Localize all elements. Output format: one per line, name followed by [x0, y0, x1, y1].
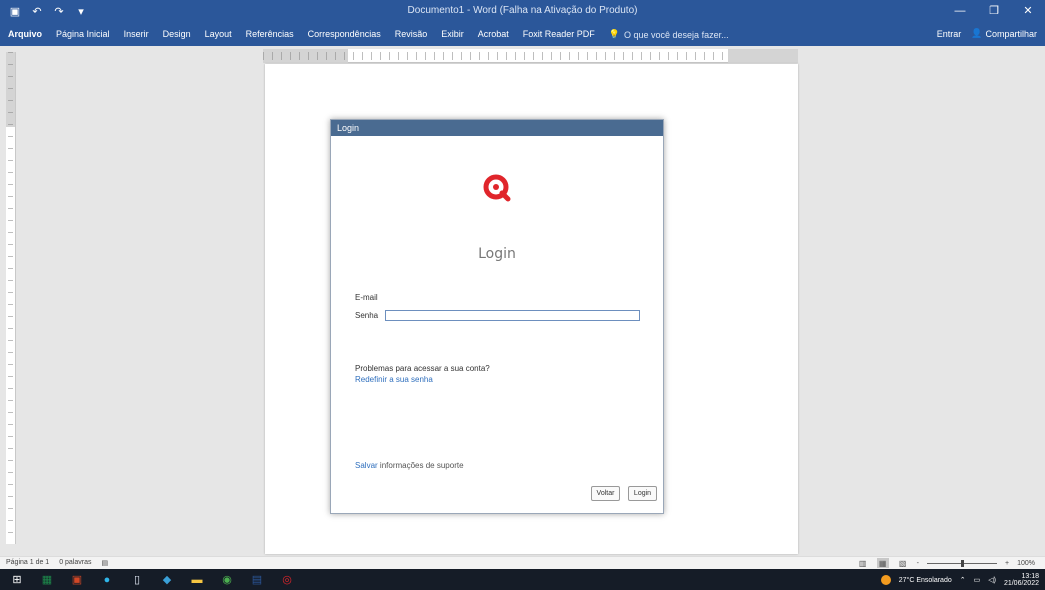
word-count[interactable]: 0 palavras [59, 559, 91, 567]
zoom-out-button[interactable]: - [917, 560, 919, 567]
save-support-link[interactable]: Salvar [355, 461, 378, 470]
volume-icon[interactable]: ◁) [988, 576, 996, 584]
customize-icon[interactable]: ▾ [74, 4, 88, 18]
zoom-slider-knob[interactable] [961, 559, 964, 567]
ribbon-tabs: Arquivo Página Inicial Inserir Design La… [0, 24, 1045, 46]
horizontal-ruler[interactable] [263, 49, 798, 63]
tab-arquivo[interactable]: Arquivo [8, 29, 42, 40]
tab-layout[interactable]: Layout [205, 29, 232, 40]
window-title: Documento1 - Word (Falha na Ativação do … [407, 5, 638, 16]
powerpoint-icon[interactable]: ▣ [68, 571, 86, 588]
password-row: Senha [355, 310, 640, 321]
word-icon[interactable]: ▤ [248, 571, 266, 588]
tab-exibir[interactable]: Exibir [441, 29, 464, 40]
clock[interactable]: 13:18 21/06/2022 [1004, 573, 1039, 587]
edge-icon[interactable]: ● [98, 571, 116, 588]
support-section: Salvar informações de suporte [355, 461, 464, 470]
tab-acrobat[interactable]: Acrobat [478, 29, 509, 40]
page-count[interactable]: Página 1 de 1 [6, 559, 49, 567]
dialog-title: Login [331, 120, 663, 136]
web-layout-icon[interactable]: ▧ [897, 558, 909, 568]
qlik-icon[interactable]: ◎ [278, 571, 296, 588]
share-button[interactable]: 👤 Compartilhar [971, 28, 1037, 39]
support-text: informações de suporte [379, 461, 464, 470]
zoom-level[interactable]: 100% [1017, 560, 1035, 567]
excel-icon[interactable]: ▦ [38, 571, 56, 588]
tab-design[interactable]: Design [163, 29, 191, 40]
window-controls: — ❐ ✕ [949, 3, 1039, 19]
tab-referencias[interactable]: Referências [246, 29, 294, 40]
dialog-buttons: Voltar Login [591, 486, 657, 501]
ruler-right-margin [728, 49, 798, 63]
help-section: Problemas para acessar a sua conta? Rede… [355, 363, 490, 385]
minimize-button[interactable]: — [949, 3, 971, 19]
email-label: E-mail [355, 293, 378, 302]
redo-icon[interactable]: ↷ [52, 4, 66, 18]
share-label: Compartilhar [985, 28, 1037, 39]
chrome-icon[interactable]: ◉ [218, 571, 236, 588]
tab-correspondencias[interactable]: Correspondências [308, 29, 381, 40]
login-heading: Login [478, 246, 516, 262]
title-bar: ▣ ↶ ↷ ▾ Documento1 - Word (Falha na Ativ… [0, 0, 1045, 24]
save-icon[interactable]: ▣ [8, 4, 22, 18]
tell-me-text: O que você deseja fazer... [624, 29, 729, 40]
weather-text[interactable]: 27°C Ensolarado [899, 577, 952, 584]
tab-inserir[interactable]: Inserir [124, 29, 149, 40]
undo-icon[interactable]: ↶ [30, 4, 44, 18]
password-label: Senha [355, 311, 379, 320]
file-icon[interactable]: ▯ [128, 571, 146, 588]
print-layout-icon[interactable]: ▦ [876, 558, 889, 568]
ruler-ticks-vertical [8, 52, 13, 544]
help-text: Problemas para acessar a sua conta? [355, 364, 490, 373]
lightbulb-icon: 💡 [608, 29, 621, 39]
password-field[interactable] [385, 310, 640, 321]
taskbar: ⊞ ▦ ▣ ● ▯ ◆ ▬ ◉ ▤ ◎ 27°C Ensolarado ⌃ ▭ ◁) 13:18 … [0, 569, 1045, 590]
taskbar-apps: ⊞ ▦ ▣ ● ▯ ◆ ▬ ◉ ▤ ◎ [8, 571, 296, 588]
signin-link[interactable]: Entrar [937, 29, 962, 39]
quick-access-toolbar: ▣ ↶ ↷ ▾ [8, 4, 88, 18]
zoom-in-button[interactable]: + [1005, 560, 1009, 567]
tab-foxit[interactable]: Foxit Reader PDF [523, 29, 595, 40]
clock-time: 13:18 [1021, 573, 1039, 580]
read-mode-icon[interactable]: ▥ [857, 558, 869, 568]
ruler-ticks [263, 52, 798, 60]
start-icon[interactable]: ⊞ [8, 571, 26, 588]
system-tray: 27°C Ensolarado ⌃ ▭ ◁) 13:18 21/06/2022 [880, 573, 1039, 587]
tell-me-box[interactable]: 💡 O que você deseja fazer... [609, 29, 729, 40]
sun-icon [880, 575, 891, 585]
tray-chevron-icon[interactable]: ⌃ [960, 576, 966, 584]
back-button[interactable]: Voltar [591, 486, 620, 501]
zoom-slider[interactable] [927, 559, 997, 567]
reset-password-link[interactable]: Redefinir a sua senha [355, 374, 490, 385]
login-dialog: Login Login E-mail Senha Problemas para … [330, 119, 664, 514]
close-button[interactable]: ✕ [1017, 3, 1039, 19]
tab-revisao[interactable]: Revisão [395, 29, 428, 40]
qlik-logo-icon [483, 174, 511, 202]
folder-icon[interactable]: ▬ [188, 571, 206, 588]
clock-date: 21/06/2022 [1003, 580, 1039, 587]
login-button[interactable]: Login [628, 486, 657, 501]
email-row: E-mail [355, 292, 640, 303]
person-icon: 👤 [971, 28, 983, 38]
email-field[interactable] [385, 292, 640, 303]
restore-button[interactable]: ❐ [983, 3, 1005, 19]
tab-pagina-inicial[interactable]: Página Inicial [56, 29, 110, 40]
status-bar: Página 1 de 1 0 palavras ▤ ▥ ▦ ▧ - + 100… [0, 556, 1045, 569]
network-icon[interactable]: ▭ [974, 576, 981, 584]
vertical-ruler[interactable] [6, 52, 16, 544]
proofing-icon[interactable]: ▤ [102, 559, 109, 567]
app-icon[interactable]: ◆ [158, 571, 176, 588]
